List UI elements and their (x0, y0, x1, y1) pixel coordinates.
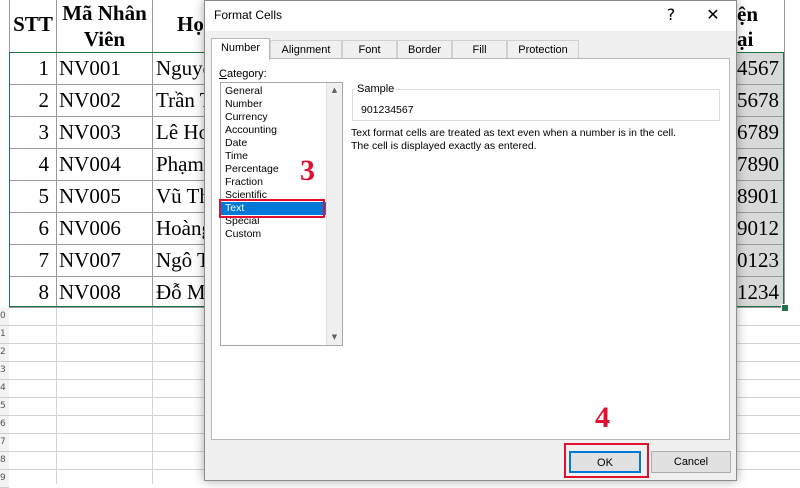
scroll-down-icon[interactable]: ▼ (330, 333, 339, 342)
cell-name[interactable]: Phạm (156, 152, 204, 177)
cell-phone[interactable]: 7890 (737, 152, 783, 177)
cell-phone[interactable]: 4567 (737, 56, 783, 81)
cell-stt[interactable]: 3 (11, 120, 50, 145)
cell-name[interactable]: Nguyễ (156, 56, 204, 81)
tab-protection[interactable]: Protection (507, 40, 579, 59)
tab-font[interactable]: Font (342, 40, 397, 59)
cell-code[interactable]: NV005 (59, 184, 121, 209)
cell-phone[interactable]: 9012 (737, 216, 783, 241)
cell-code[interactable]: NV004 (59, 152, 121, 177)
tab-border[interactable]: Border (397, 40, 452, 59)
cell-stt[interactable]: 4 (11, 152, 50, 177)
category-item-fraction[interactable]: Fraction (221, 176, 342, 189)
grid-line (152, 0, 153, 308)
row-number[interactable]: 9 (0, 470, 9, 488)
row-number[interactable]: 0 (0, 308, 9, 326)
tab-number[interactable]: Number (211, 38, 270, 60)
close-icon[interactable]: ✕ (700, 5, 726, 25)
cell-phone[interactable]: 0123 (737, 248, 783, 273)
category-scrollbar[interactable]: ▲ ▼ (326, 83, 342, 345)
cell-stt[interactable]: 5 (11, 184, 50, 209)
cell-code[interactable]: NV006 (59, 216, 121, 241)
category-item-custom[interactable]: Custom (221, 228, 342, 241)
cell-name[interactable]: Vũ Th (156, 184, 204, 209)
cell-code[interactable]: NV002 (59, 88, 121, 113)
step-number-4: 4 (595, 401, 610, 434)
category-item-accounting[interactable]: Accounting (221, 124, 342, 137)
category-item-special[interactable]: Special (221, 215, 342, 228)
dialog-titlebar[interactable]: Format Cells ? ✕ (205, 1, 736, 31)
row-number[interactable]: 2 (0, 344, 9, 362)
format-cells-dialog: Format Cells ? ✕ Number Alignment Font B… (204, 0, 737, 481)
row-number[interactable]: 4 (0, 380, 9, 398)
row-number[interactable]: 3 (0, 362, 9, 380)
format-description: Text format cells are treated as text ev… (351, 127, 723, 153)
cell-phone[interactable]: 6789 (737, 120, 783, 145)
cell-name[interactable]: Hoàng (156, 216, 204, 241)
category-item-text[interactable]: Text (221, 202, 327, 215)
category-label: Category: (219, 68, 267, 80)
sample-label: Sample (355, 83, 397, 95)
grid-line (152, 308, 153, 484)
help-icon[interactable]: ? (658, 5, 684, 25)
cell-stt[interactable]: 2 (11, 88, 50, 113)
fill-handle[interactable] (781, 304, 789, 312)
cell-code[interactable]: NV003 (59, 120, 121, 145)
category-label-text: ategory: (226, 68, 267, 80)
cell-code[interactable]: NV007 (59, 248, 121, 273)
cell-phone[interactable]: 1234 (737, 280, 783, 305)
cell-name[interactable]: Đỗ M (156, 280, 204, 305)
cell-name[interactable]: Trần T (156, 88, 204, 113)
category-list: General Number Currency Accounting Date … (221, 83, 342, 241)
cell-name[interactable]: Ngô T (156, 248, 204, 273)
cell-stt[interactable]: 1 (11, 56, 50, 81)
cell-stt[interactable]: 7 (11, 248, 50, 273)
header-phone-line2[interactable]: ại (737, 27, 787, 52)
grid-line (9, 0, 10, 308)
header-name[interactable]: Họ (177, 12, 204, 37)
cell-stt[interactable]: 6 (11, 216, 50, 241)
ok-button[interactable]: OK (569, 451, 641, 473)
category-item-general[interactable]: General (221, 85, 342, 98)
cell-stt[interactable]: 8 (11, 280, 50, 305)
cancel-button[interactable]: Cancel (651, 451, 731, 473)
step-number-3: 3 (300, 154, 315, 187)
row-number[interactable]: 5 (0, 398, 9, 416)
scroll-up-icon[interactable]: ▲ (330, 86, 339, 95)
category-item-time[interactable]: Time (221, 150, 342, 163)
category-item-scientific[interactable]: Scientific (221, 189, 342, 202)
row-number[interactable]: 7 (0, 434, 9, 452)
grid-line (56, 308, 57, 484)
category-item-currency[interactable]: Currency (221, 111, 342, 124)
tab-fill[interactable]: Fill (452, 40, 507, 59)
row-number[interactable]: 1 (0, 326, 9, 344)
row-number-column: 0 1 2 3 4 5 6 7 8 9 (0, 308, 9, 488)
cell-code[interactable]: NV001 (59, 56, 121, 81)
cell-code[interactable]: NV008 (59, 280, 121, 305)
header-employee-code-line2[interactable]: Viên (57, 27, 152, 52)
cell-phone[interactable]: 8901 (737, 184, 783, 209)
header-stt[interactable]: STT (10, 12, 56, 37)
header-employee-code-line1[interactable]: Mã Nhân (57, 1, 152, 26)
category-listbox[interactable]: General Number Currency Accounting Date … (220, 82, 343, 346)
category-item-percentage[interactable]: Percentage (221, 163, 342, 176)
sample-value: 901234567 (361, 104, 414, 116)
description-line: Text format cells are treated as text ev… (351, 127, 677, 139)
cell-phone[interactable]: 5678 (737, 88, 783, 113)
row-number[interactable]: 8 (0, 452, 9, 470)
header-phone-line1[interactable]: ện (737, 2, 787, 27)
cell-name[interactable]: Lê Hoà (156, 120, 204, 145)
dialog-title: Format Cells (214, 8, 283, 22)
description-line: The cell is displayed exactly as entered… (351, 140, 537, 152)
category-label-accelerator: C (219, 68, 227, 80)
category-item-number[interactable]: Number (221, 98, 342, 111)
row-number[interactable]: 6 (0, 416, 9, 434)
category-item-date[interactable]: Date (221, 137, 342, 150)
tab-alignment[interactable]: Alignment (270, 40, 342, 59)
